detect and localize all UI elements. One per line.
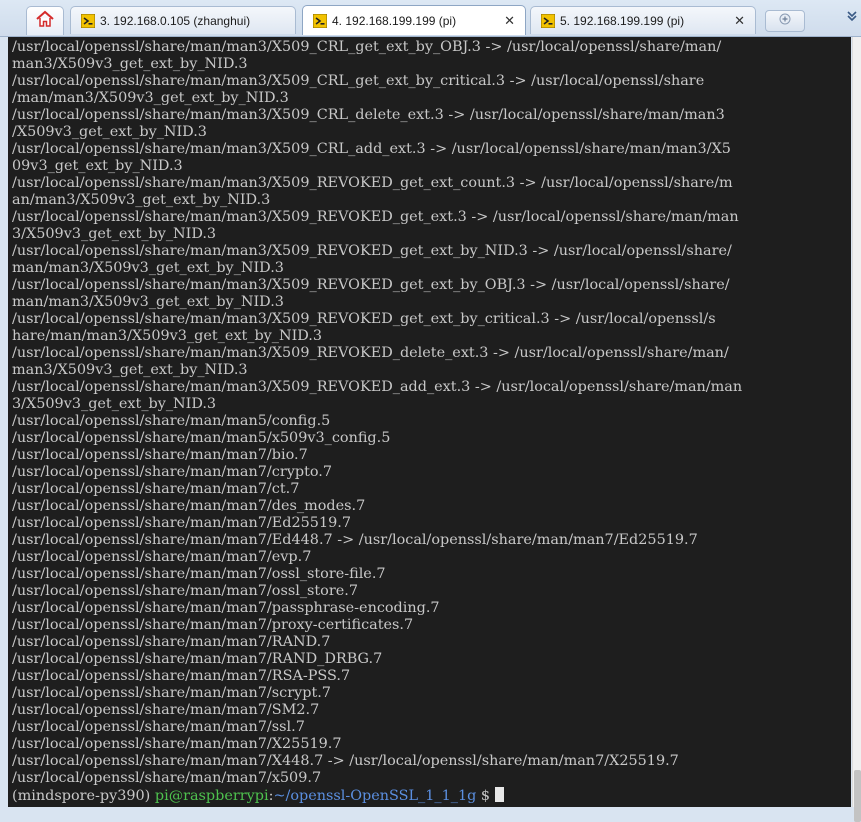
tab-bar: 3. 192.168.0.105 (zhanghui) 4. 192.168.1… <box>0 0 861 37</box>
terminal-line: man3/X509v3_get_ext_by_NID.3 <box>12 56 248 72</box>
terminal-line: /usr/local/openssl/share/man/man7/X25519… <box>12 736 342 752</box>
terminal-line: /usr/local/openssl/share/man/man7/ssl.7 <box>12 719 305 735</box>
terminal-line: /usr/local/openssl/share/man/man7/des_mo… <box>12 498 366 514</box>
tab-label: 3. 192.168.0.105 (zhanghui) <box>100 13 251 28</box>
terminal-line: hare/man/man3/X509v3_get_ext_by_NID.3 <box>12 328 323 344</box>
terminal-line: /usr/local/openssl/share/man/man7/crypto… <box>12 464 332 480</box>
terminal-output[interactable]: /usr/local/openssl/share/man/man3/X509_C… <box>8 37 851 807</box>
terminal-line: 3/X509v3_get_ext_by_NID.3 <box>12 226 217 242</box>
terminal-line: /usr/local/openssl/share/man/man7/SM2.7 <box>12 702 320 718</box>
close-icon[interactable]: ✕ <box>504 13 515 29</box>
terminal-line: /usr/local/openssl/share/man/man3/X509_C… <box>12 141 731 157</box>
terminal-line: 3/X509v3_get_ext_by_NID.3 <box>12 396 217 412</box>
terminal-line: /usr/local/openssl/share/man/man7/Ed448.… <box>12 532 698 548</box>
terminal-line: /X509v3_get_ext_by_NID.3 <box>12 124 207 140</box>
terminal-line: /usr/local/openssl/share/man/man5/config… <box>12 413 331 429</box>
terminal-line: /usr/local/openssl/share/man/man7/ossl_s… <box>12 566 386 582</box>
chevron-down-icon <box>847 9 857 27</box>
terminal-line: /usr/local/openssl/share/man/man3/X509_R… <box>12 379 743 395</box>
home-icon <box>35 10 55 33</box>
terminal-line: 09v3_get_ext_by_NID.3 <box>12 158 183 174</box>
terminal-line: /usr/local/openssl/share/man/man7/evp.7 <box>12 549 312 565</box>
terminal-line: /usr/local/openssl/share/man/man7/bio.7 <box>12 447 308 463</box>
new-tab-button[interactable] <box>765 10 805 32</box>
terminal-line: /usr/local/openssl/share/man/man7/Ed2551… <box>12 515 352 531</box>
tab-label: 5. 192.168.199.199 (pi) <box>560 13 685 28</box>
terminal-line: /usr/local/openssl/share/man/man3/X509_C… <box>12 107 725 123</box>
terminal-line: /usr/local/openssl/share/man/man7/RAND_D… <box>12 651 383 667</box>
terminal-lines: /usr/local/openssl/share/man/man3/X509_C… <box>12 39 851 804</box>
scrollbar-thumb[interactable] <box>854 770 861 822</box>
terminal-line: man3/X509v3_get_ext_by_NID.3 <box>12 362 248 378</box>
terminal-line: /usr/local/openssl/share/man/man3/X509_R… <box>12 175 733 191</box>
terminal-line: /usr/local/openssl/share/man/man7/proxy-… <box>12 617 414 633</box>
terminal-line: /usr/local/openssl/share/man/man3/X509_R… <box>12 243 732 259</box>
terminal-line: /usr/local/openssl/share/man/man7/RSA-PS… <box>12 668 351 684</box>
tab-label: 4. 192.168.199.199 (pi) <box>332 13 457 28</box>
terminal-line: /usr/local/openssl/share/man/man7/X448.7… <box>12 753 679 769</box>
tab-session-3[interactable]: 3. 192.168.0.105 (zhanghui) <box>70 6 296 34</box>
terminal-line: /usr/local/openssl/share/man/man3/X509_R… <box>12 311 716 327</box>
terminal-line: /usr/local/openssl/share/man/man3/X509_R… <box>12 209 739 225</box>
tab-list-chevron[interactable] <box>843 6 861 30</box>
prompt-user-host: pi@raspberrypi <box>154 788 269 804</box>
terminal-line: man/man3/X509v3_get_ext_by_NID.3 <box>12 294 284 310</box>
prompt-path: ~/openssl-OpenSSL_1_1_1g <box>273 788 477 804</box>
shell-prompt[interactable]: (mindspore-py390) pi@raspberrypi:~/opens… <box>12 787 851 804</box>
terminal-line: /usr/local/openssl/share/man/man7/scrypt… <box>12 685 331 701</box>
prompt-dollar: $ <box>476 788 495 804</box>
terminal-line: /usr/local/openssl/share/man/man7/ct.7 <box>12 481 300 497</box>
terminal-scrollbar[interactable] <box>852 37 861 822</box>
terminal-key-icon <box>81 13 95 28</box>
terminal-line: /man/man3/X509v3_get_ext_by_NID.3 <box>12 90 289 106</box>
terminal-line: /usr/local/openssl/share/man/man7/RAND.7 <box>12 634 331 650</box>
terminal-line: /usr/local/openssl/share/man/man3/X509_C… <box>12 73 705 89</box>
terminal-line: /usr/local/openssl/share/man/man3/X509_R… <box>12 277 730 293</box>
terminal-key-icon <box>313 13 327 28</box>
terminal-line: /usr/local/openssl/share/man/man7/ossl_s… <box>12 583 358 599</box>
close-icon[interactable]: ✕ <box>734 13 745 29</box>
new-tab-icon <box>778 12 792 30</box>
terminal-line: /usr/local/openssl/share/man/man3/X509_C… <box>12 39 722 55</box>
terminal-line: /usr/local/openssl/share/man/man3/X509_R… <box>12 345 729 361</box>
text-cursor <box>494 787 504 802</box>
terminal-key-icon <box>541 13 555 28</box>
prompt-env: (mindspore-py390) <box>12 788 155 804</box>
terminal-line: man/man3/X509v3_get_ext_by_NID.3 <box>12 260 284 276</box>
home-tab[interactable] <box>26 6 64 35</box>
terminal-line: /usr/local/openssl/share/man/man7/passph… <box>12 600 440 616</box>
terminal-line: /usr/local/openssl/share/man/man5/x509v3… <box>12 430 391 446</box>
tab-session-5[interactable]: 5. 192.168.199.199 (pi) ✕ <box>530 6 756 34</box>
terminal-line: /usr/local/openssl/share/man/man7/x509.7 <box>12 770 322 786</box>
tab-session-4[interactable]: 4. 192.168.199.199 (pi) ✕ <box>302 5 526 35</box>
terminal-line: an/man3/X509v3_get_ext_by_NID.3 <box>12 192 271 208</box>
